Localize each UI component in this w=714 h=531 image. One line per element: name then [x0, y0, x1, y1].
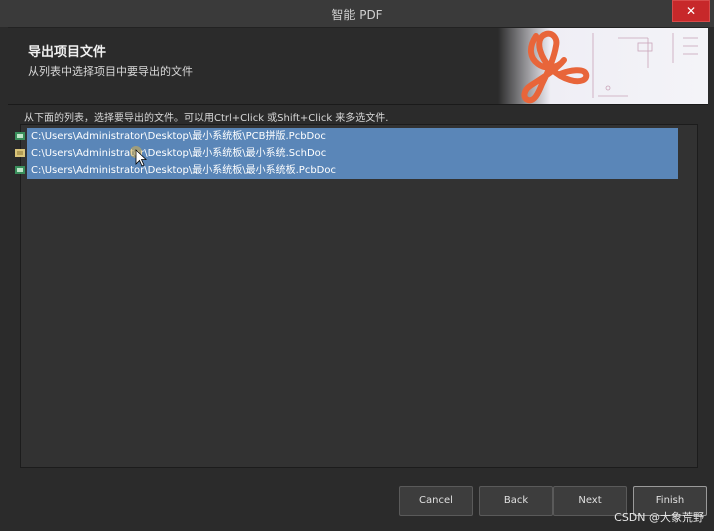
file-path: C:\Users\Administrator\Desktop\最小系统板\最小系… — [31, 148, 327, 159]
pdf-logo-banner-icon — [498, 28, 708, 104]
close-button[interactable]: ✕ — [672, 0, 710, 22]
file-path: C:\Users\Administrator\Desktop\最小系统板\最小系… — [31, 165, 336, 176]
mouse-cursor-icon — [130, 146, 148, 167]
page-title: 导出项目文件 — [28, 45, 107, 60]
cancel-button[interactable]: Cancel — [399, 486, 473, 516]
list-item[interactable]: C:\Users\Administrator\Desktop\最小系统板\最小系… — [15, 145, 678, 162]
back-button[interactable]: Back — [479, 486, 553, 516]
list-item[interactable]: C:\Users\Administrator\Desktop\最小系统板\PCB… — [15, 128, 678, 145]
sch-doc-icon — [15, 149, 25, 157]
title-bar: 智能 PDF ✕ — [0, 0, 714, 28]
page-subtitle: 从列表中选择项目中要导出的文件 — [28, 65, 193, 78]
pcb-doc-icon — [15, 166, 25, 174]
pcb-doc-icon — [15, 132, 25, 140]
wizard-header: 导出项目文件 从列表中选择项目中要导出的文件 — [8, 27, 708, 105]
window-title: 智能 PDF — [331, 8, 383, 22]
file-path: C:\Users\Administrator\Desktop\最小系统板\PCB… — [31, 131, 326, 142]
wizard-buttons: Cancel Back Next Finish — [0, 486, 714, 522]
list-item[interactable]: C:\Users\Administrator\Desktop\最小系统板\最小系… — [15, 162, 678, 179]
close-icon: ✕ — [685, 4, 697, 18]
watermark: CSDN @大象荒野 — [614, 511, 704, 524]
instruction-text: 从下面的列表，选择要导出的文件。可以用Ctrl+Click 或Shift+Cli… — [24, 113, 389, 124]
